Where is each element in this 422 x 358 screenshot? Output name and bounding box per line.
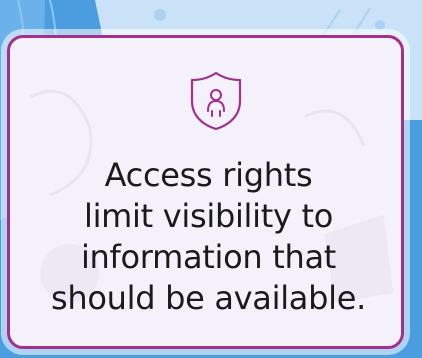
message-line-3: information that xyxy=(80,238,337,276)
info-card: Access rights limit visibility to inform… xyxy=(7,35,404,349)
access-rights-message: Access rights limit visibility to inform… xyxy=(10,155,401,319)
message-line-2: limit visibility to xyxy=(83,197,334,235)
message-line-1: Access rights xyxy=(104,156,313,194)
shield-person-icon xyxy=(190,71,242,131)
message-line-4: should be available. xyxy=(51,279,366,317)
